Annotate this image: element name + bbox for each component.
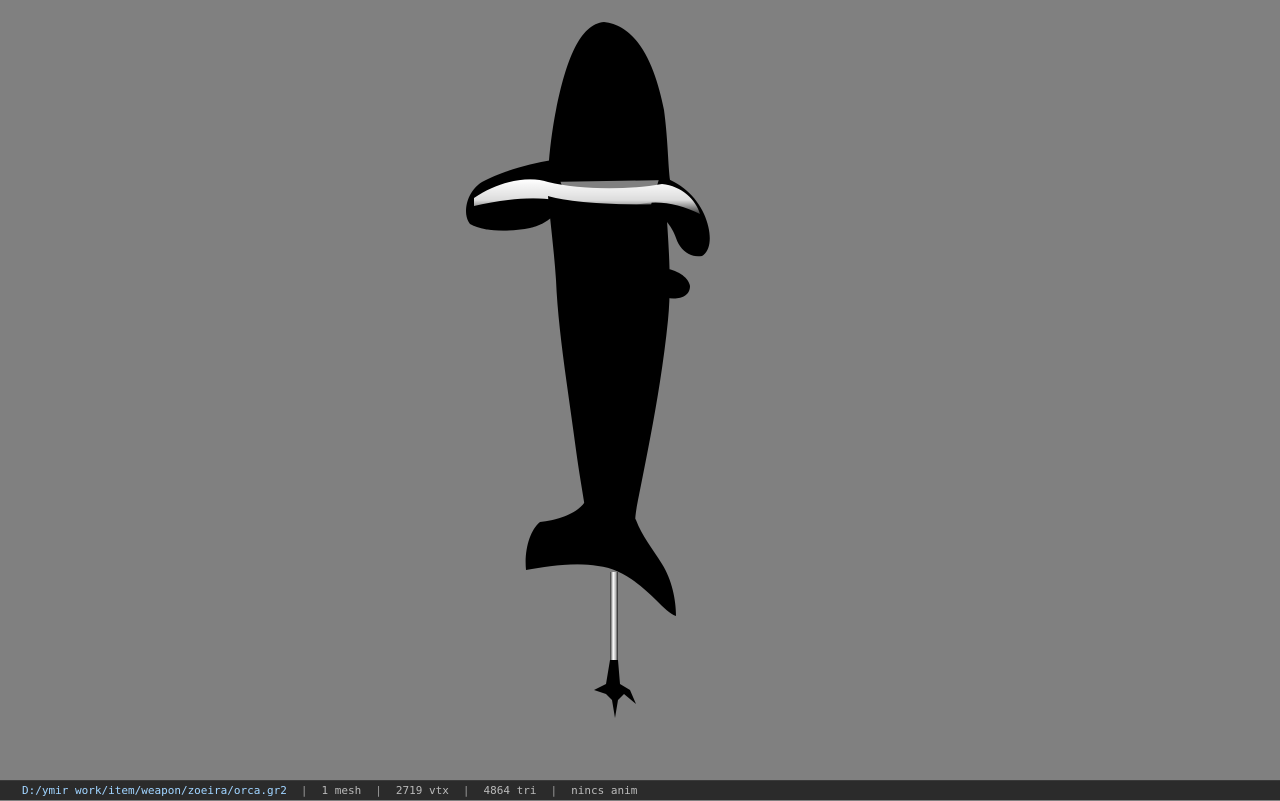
mesh-count: 1 mesh bbox=[321, 783, 362, 797]
file-path: D:/ymir work/item/weapon/zoeira/orca.gr2 bbox=[22, 783, 287, 797]
separator: | bbox=[462, 783, 470, 797]
orca-head bbox=[548, 22, 670, 182]
separator: | bbox=[300, 783, 308, 797]
status-bar: D:/ymir work/item/weapon/zoeira/orca.gr2… bbox=[0, 780, 1280, 800]
orca-body bbox=[548, 196, 670, 530]
orca-weapon-model[interactable] bbox=[0, 0, 1280, 780]
3d-viewport[interactable] bbox=[0, 0, 1280, 780]
orca-dorsal-fin bbox=[664, 268, 690, 299]
vertex-count: 2719 vtx bbox=[395, 783, 449, 797]
handle-pommel bbox=[594, 660, 636, 718]
separator: | bbox=[375, 783, 382, 797]
separator: | bbox=[550, 783, 558, 797]
animation-status: nincs anim bbox=[571, 783, 638, 797]
triangle-count: 4864 tri bbox=[483, 783, 537, 797]
orca-tail bbox=[525, 500, 676, 616]
handle-shaft bbox=[610, 572, 618, 664]
